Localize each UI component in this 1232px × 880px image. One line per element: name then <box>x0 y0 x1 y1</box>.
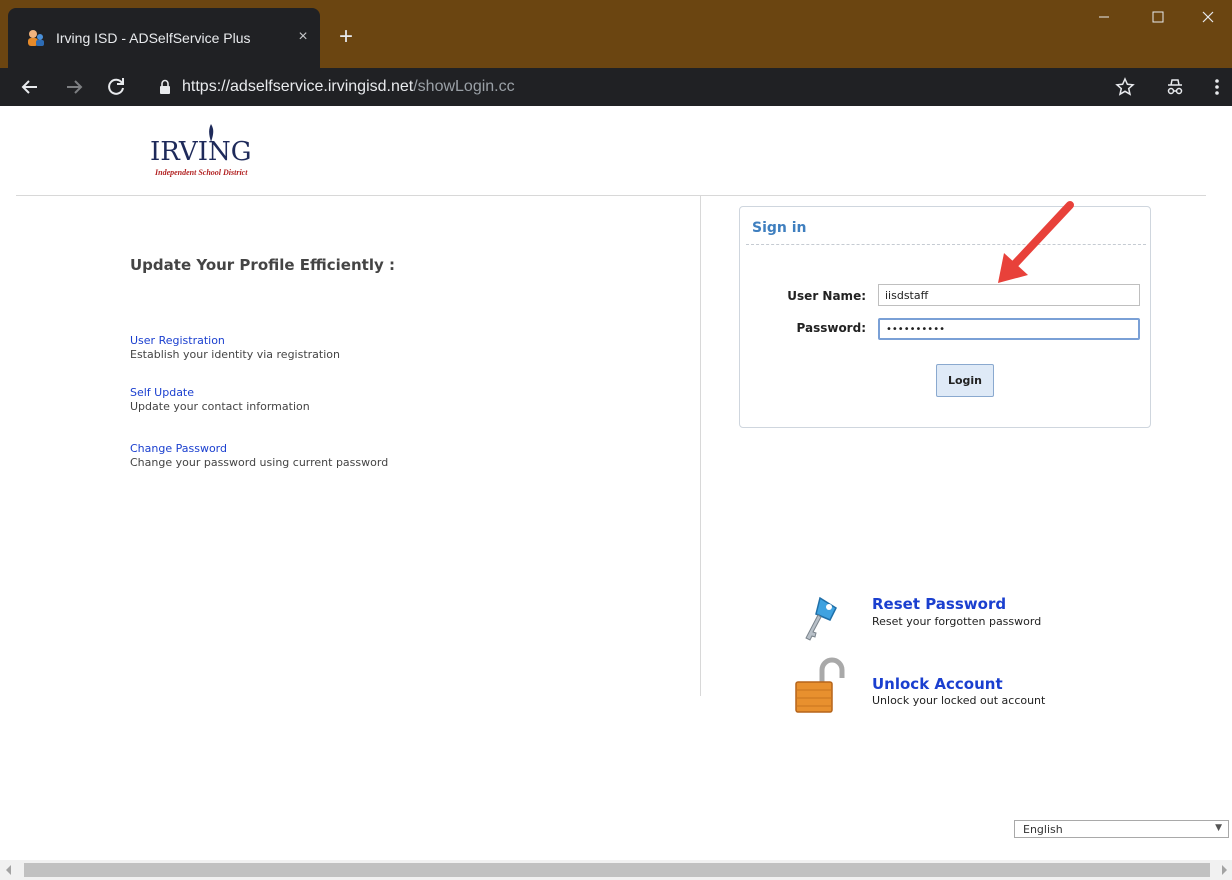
feature-description: Establish your identity via registration <box>130 348 340 361</box>
unlock-account-description: Unlock your locked out account <box>872 694 1046 707</box>
password-input[interactable] <box>878 318 1140 340</box>
feature-description: Update your contact information <box>130 400 310 413</box>
column-divider <box>700 196 701 696</box>
password-label: Password: <box>796 321 867 335</box>
browser-toolbar: https://adselfservice.irvingisd.net/show… <box>0 68 1232 106</box>
scroll-right-icon[interactable] <box>1222 865 1227 875</box>
language-selected: English <box>1023 823 1063 836</box>
scroll-left-icon[interactable] <box>6 865 11 875</box>
forward-arrow-icon[interactable] <box>62 75 86 99</box>
padlock-icon <box>795 657 845 713</box>
tab-close-icon[interactable]: × <box>293 27 313 47</box>
url-path: /showLogin.cc <box>413 78 515 95</box>
address-bar[interactable]: https://adselfservice.irvingisd.net/show… <box>146 72 1106 102</box>
scrollbar-thumb[interactable] <box>24 863 1210 877</box>
username-label: User Name: <box>787 289 866 303</box>
unlock-account-item[interactable]: Unlock Account Unlock your locked out ac… <box>790 656 1130 716</box>
key-icon <box>805 596 837 641</box>
language-select[interactable]: English ▼ <box>1014 820 1229 838</box>
change-password-link[interactable]: Change Password <box>130 442 550 455</box>
browser-menu-icon[interactable] <box>1206 76 1228 98</box>
irving-isd-logo: IRVING Independent School District <box>150 123 260 179</box>
feature-description: Change your password using current passw… <box>130 456 389 469</box>
tab-title: Irving ISD - ADSelfService Plus <box>56 30 251 46</box>
sign-in-divider <box>746 244 1146 245</box>
reset-password-item[interactable]: Reset Password Reset your forgotten pass… <box>790 588 1130 648</box>
reload-icon[interactable] <box>104 75 128 99</box>
new-tab-button[interactable]: + <box>334 25 358 50</box>
lock-icon <box>160 79 170 94</box>
annotation-arrow-icon <box>998 201 1074 283</box>
logo-subtitle: Independent School District <box>155 168 248 177</box>
dropdown-arrow-icon: ▼ <box>1215 823 1222 833</box>
back-arrow-icon[interactable] <box>18 75 42 99</box>
profile-heading: Update Your Profile Efficiently : <box>130 256 395 274</box>
self-update-link[interactable]: Self Update <box>130 386 550 399</box>
url-text: https://adselfservice.irvingisd.net/show… <box>182 78 515 96</box>
incognito-icon[interactable] <box>1164 76 1186 98</box>
logo-wordmark: IRVING <box>150 137 252 167</box>
minimize-window-icon[interactable] <box>1080 0 1128 34</box>
bookmark-star-icon[interactable] <box>1114 76 1136 98</box>
maximize-window-icon[interactable] <box>1134 0 1182 34</box>
close-window-icon[interactable] <box>1184 0 1232 34</box>
feature-self-update: Self Update Update your contact informat… <box>130 386 550 413</box>
reset-password-link[interactable]: Reset Password <box>872 595 1006 613</box>
feature-change-password: Change Password Change your password usi… <box>130 442 550 469</box>
adselfservice-favicon-icon <box>28 30 44 46</box>
feature-user-registration: User Registration Establish your identit… <box>130 334 550 361</box>
sign-in-panel: Sign in User Name: Password: Login <box>739 206 1151 428</box>
horizontal-scrollbar[interactable] <box>0 860 1232 880</box>
browser-tab-active[interactable]: Irving ISD - ADSelfService Plus × <box>8 8 320 68</box>
reset-password-description: Reset your forgotten password <box>872 615 1042 628</box>
sign-in-title: Sign in <box>752 220 807 236</box>
url-host: https://adselfservice.irvingisd.net <box>182 78 414 95</box>
user-registration-link[interactable]: User Registration <box>130 334 550 347</box>
login-button[interactable]: Login <box>936 364 994 397</box>
browser-titlebar: Irving ISD - ADSelfService Plus × + <box>0 0 1232 68</box>
unlock-account-link[interactable]: Unlock Account <box>872 675 1003 693</box>
